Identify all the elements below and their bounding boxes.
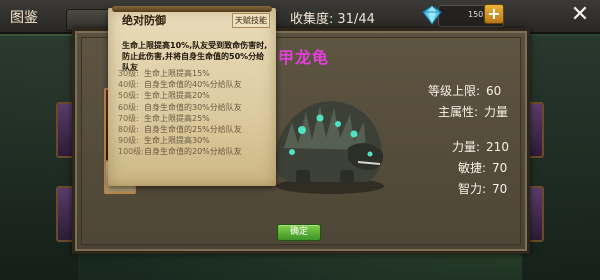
page-title: 图鉴 (10, 10, 38, 26)
skill-level-row: 30级: 生命上限提高15% (118, 68, 272, 79)
skill-level-effect: 自身生命值的30%分给队友 (144, 102, 242, 112)
skill-level-row: 100级:自身生命值的20%分给队友 (118, 146, 272, 157)
skill-level-effect: 生命上限提高25% (144, 113, 210, 123)
level-cap-value: 60 (486, 84, 502, 98)
skill-type-badge: 天赋技能 (232, 13, 270, 28)
skill-level-row: 80级: 自身生命值的25%分给队友 (118, 124, 272, 135)
skill-level-row: 40级: 自身生命值的40%分给队友 (118, 79, 272, 90)
strength-label: 力量: (452, 140, 481, 154)
strength-stat: 力量: 210 (452, 138, 509, 155)
agility-label: 敏捷: (458, 161, 487, 175)
skill-level-number: 60级: (118, 102, 139, 112)
skill-level-number: 40级: (118, 80, 139, 90)
skill-level-effect: 生命上限提高15% (144, 69, 210, 78)
skill-level-effect: 自身生命值的25%分给队友 (144, 125, 242, 135)
skill-level-effect: 自身生命值的40%分给队友 (144, 80, 242, 90)
main-attribute-value: 力量 (484, 105, 509, 119)
collection-value: 31/44 (337, 12, 375, 27)
agility-stat: 敏捷: 70 (458, 159, 507, 176)
close-button[interactable]: ✕ (567, 3, 593, 27)
skill-level-row: 60级: 自身生命值的30%分给队友 (118, 102, 272, 113)
skill-level-effect: 生命上限提高30% (144, 136, 210, 146)
intelligence-value: 70 (492, 182, 508, 196)
skill-level-row: 70级: 生命上限提高25% (118, 113, 272, 124)
diamond-icon (422, 5, 442, 25)
add-gems-button[interactable]: + (484, 4, 504, 24)
skill-level-row: 90级: 生命上限提高30% (118, 135, 272, 146)
collection-label: 收集度: (290, 12, 334, 27)
confirm-button[interactable]: 确定 (277, 224, 321, 241)
skill-level-number: 50级: (118, 91, 139, 101)
creature-portrait (275, 101, 384, 194)
hero-name: 甲龙龟 (278, 48, 330, 67)
skill-level-effect: 自身生命值的20%分给队友 (144, 147, 242, 157)
strength-value: 210 (486, 140, 509, 154)
skill-level-number: 70级: (118, 113, 139, 123)
collection-progress: 收集度: 31/44 (290, 8, 375, 27)
agility-value: 70 (492, 161, 508, 175)
left-side-panel (0, 36, 78, 280)
skill-title: 绝对防御 (122, 14, 166, 27)
skill-level-effect: 生命上限提高20% (144, 91, 210, 101)
skill-level-number: 30级: (118, 69, 139, 78)
level-cap-label: 等级上限: (428, 84, 481, 98)
skill-level-row: 50级: 生命上限提高20% (118, 90, 272, 101)
level-cap-stat: 等级上限: 60 (428, 82, 501, 99)
main-attribute-stat: 主属性: 力量 (438, 103, 508, 120)
intelligence-stat: 智力: 70 (458, 180, 507, 197)
right-side-panel (522, 36, 600, 280)
skill-level-number: 100级: (118, 147, 144, 157)
skill-level-number: 90级: (118, 136, 139, 146)
intelligence-label: 智力: (458, 182, 487, 196)
skill-level-list: 30级: 生命上限提高15% 40级: 自身生命值的40%分给队友 50级: 生命上限提高… (118, 68, 272, 158)
skill-level-number: 80级: (118, 125, 139, 135)
main-attribute-label: 主属性: (438, 105, 479, 119)
